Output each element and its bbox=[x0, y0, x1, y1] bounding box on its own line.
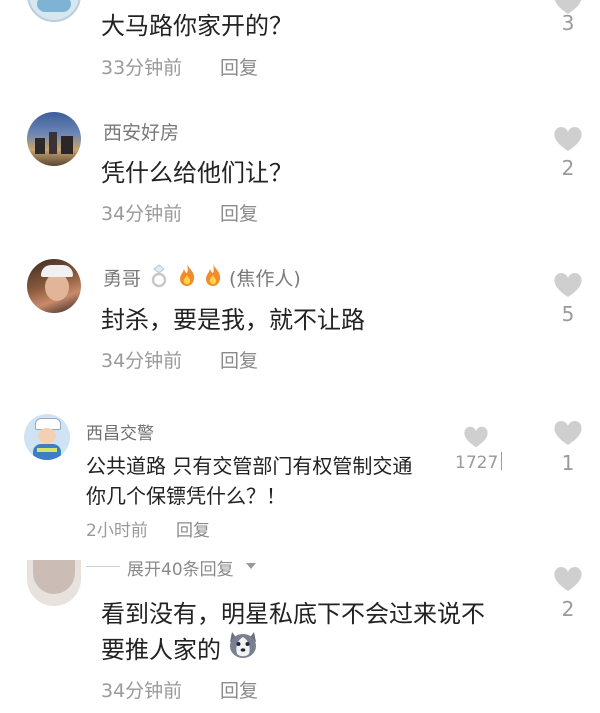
ring-icon bbox=[151, 264, 167, 288]
avatar[interactable] bbox=[27, 259, 81, 313]
like-heart-icon[interactable] bbox=[552, 419, 584, 447]
comment-text: 封杀，要是我，就不让路 bbox=[101, 306, 365, 334]
comment-time: 34分钟前 bbox=[101, 203, 183, 225]
like-heart-icon[interactable] bbox=[552, 271, 584, 299]
expand-replies-button[interactable]: 展开40条回复 bbox=[127, 555, 234, 580]
comment-time: 34分钟前 bbox=[101, 680, 183, 702]
username[interactable]: 西安好房 bbox=[103, 118, 179, 145]
avatar[interactable] bbox=[27, 0, 81, 22]
comment-text-line-1: 看到没有，明星私底下不会过来说不 bbox=[101, 600, 485, 628]
like-heart-icon[interactable] bbox=[552, 565, 584, 593]
reply-button[interactable]: 回复 bbox=[220, 346, 258, 373]
comment-text-line-2: 要推人家的 bbox=[101, 636, 221, 664]
like-count: 1727 bbox=[455, 453, 499, 473]
username[interactable]: 西昌交警 bbox=[86, 419, 154, 444]
reply-button[interactable]: 回复 bbox=[220, 53, 258, 80]
like-heart-icon[interactable] bbox=[462, 425, 490, 449]
like-count-outer: 1 bbox=[561, 451, 575, 475]
fire-icon bbox=[180, 264, 195, 286]
like-heart-icon[interactable] bbox=[552, 125, 584, 153]
reply-button[interactable]: 回复 bbox=[220, 199, 258, 226]
comment-text: 大马路你家开的？ bbox=[101, 12, 293, 40]
fire-icon bbox=[206, 264, 221, 286]
reply-button[interactable]: 回复 bbox=[176, 516, 210, 541]
like-count: 2 bbox=[561, 597, 575, 621]
avatar[interactable] bbox=[27, 112, 81, 166]
comment-time: 33分钟前 bbox=[101, 57, 183, 79]
username[interactable]: 勇哥 bbox=[103, 264, 141, 291]
avatar[interactable] bbox=[27, 560, 81, 606]
comment-text-line-2: 你几个保镖凭什么？！ bbox=[86, 484, 286, 508]
like-count: 3 bbox=[561, 11, 575, 35]
avatar[interactable] bbox=[24, 414, 70, 460]
comment-time: 2小时前 bbox=[86, 521, 148, 541]
comment-text-line-1: 公共道路 只有交管部门有权管制交通 bbox=[86, 454, 413, 478]
like-count: 5 bbox=[561, 302, 575, 326]
chevron-down-icon[interactable] bbox=[245, 561, 257, 571]
husky-dog-emoji bbox=[230, 632, 256, 658]
like-count: 2 bbox=[561, 156, 575, 180]
comment-text: 凭什么给他们让？ bbox=[101, 159, 293, 187]
expand-divider bbox=[86, 566, 120, 567]
comment-time: 34分钟前 bbox=[101, 350, 183, 372]
reply-button[interactable]: 回复 bbox=[220, 676, 258, 703]
divider bbox=[501, 452, 502, 470]
username-suffix: (焦作人) bbox=[229, 268, 301, 290]
